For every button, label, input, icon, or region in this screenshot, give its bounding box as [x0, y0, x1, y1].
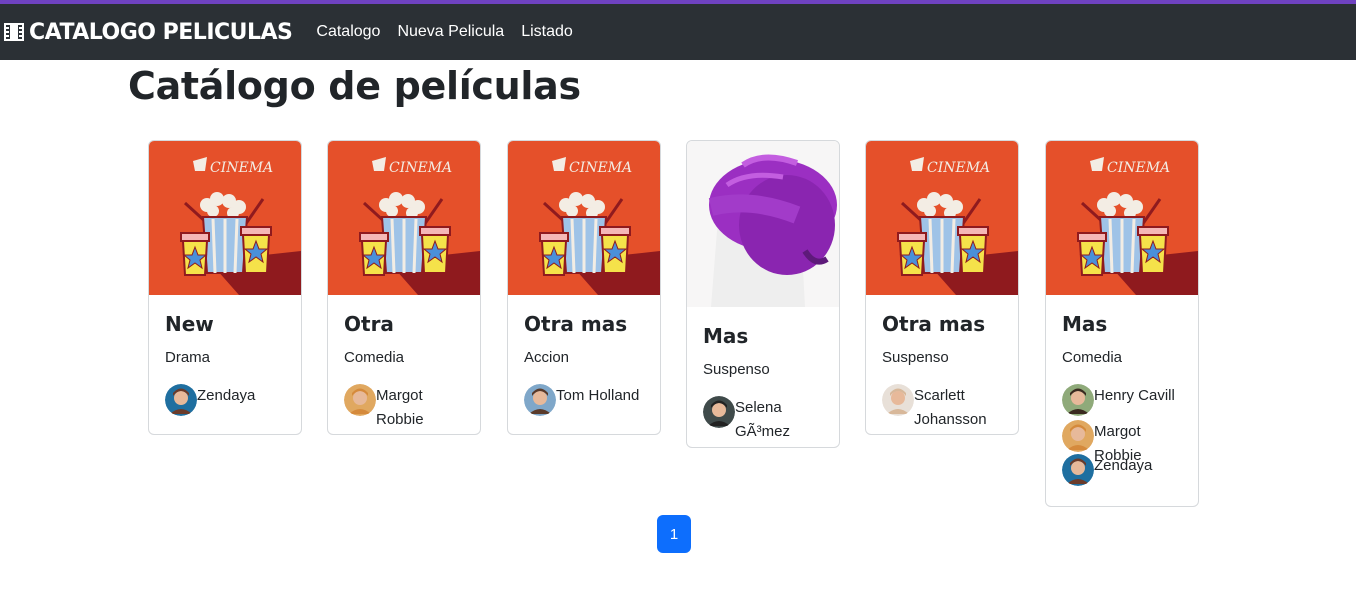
movie-card[interactable]: CINEMA Otra mas Suspenso Scarlett Johans… — [865, 140, 1019, 435]
actor-avatar — [1062, 384, 1094, 416]
svg-text:CINEMA: CINEMA — [1107, 160, 1170, 176]
movie-genre: Suspenso — [882, 349, 949, 366]
nav-link-catalogo[interactable]: Catalogo — [316, 23, 380, 41]
movie-card[interactable]: CINEMA Mas Comedia Henry Cavill Margot R… — [1045, 140, 1199, 507]
movie-title: Mas — [703, 324, 749, 348]
purple-bonnet-image — [687, 141, 839, 307]
actor-item: Zendaya — [1062, 454, 1182, 486]
movie-genre: Drama — [165, 349, 211, 366]
card-body: Otra Comedia Margot Robbie — [328, 295, 480, 432]
svg-text:CINEMA: CINEMA — [569, 160, 632, 176]
actor-item: Zendaya — [165, 384, 285, 416]
movie-card[interactable]: Mas Suspenso Selena GÃ³mez — [686, 140, 840, 448]
cinema-poster-image: CINEMA — [328, 141, 480, 295]
movie-title: Otra mas — [524, 312, 628, 336]
actor-name: Selena GÃ³mez — [735, 399, 791, 440]
movie-card[interactable]: CINEMA New Drama Zendaya — [148, 140, 302, 435]
navbar-brand[interactable]: CATALOGO PELICULAS — [4, 19, 293, 45]
movie-title: New — [165, 312, 214, 336]
actor-name: Zendaya — [197, 387, 256, 404]
actor-item: Henry Cavill — [1062, 384, 1182, 416]
svg-text:CINEMA: CINEMA — [210, 160, 273, 176]
actor-avatar — [1062, 420, 1094, 452]
actor-list: Tom Holland — [524, 384, 644, 416]
actor-list: Henry Cavill Margot Robbie Zendaya — [1062, 384, 1182, 486]
svg-text:CINEMA: CINEMA — [927, 160, 990, 176]
film-icon — [4, 23, 24, 41]
brand-text: CATALOGO PELICULAS — [29, 19, 293, 45]
actor-item: Margot Robbie — [344, 384, 464, 432]
movie-genre: Comedia — [344, 349, 405, 366]
actor-name: Scarlett Johansson — [914, 387, 987, 428]
nav-link-listado[interactable]: Listado — [521, 23, 573, 41]
actor-avatar — [524, 384, 556, 416]
nav-link-nueva-pelicula[interactable]: Nueva Pelicula — [397, 23, 504, 41]
actor-name: Henry Cavill — [1094, 387, 1175, 404]
card-body: Mas Comedia Henry Cavill Margot Robbie Z… — [1046, 295, 1198, 486]
page-title: Catálogo de películas — [128, 64, 581, 108]
movie-card[interactable]: CINEMA Otra Comedia Margot Robbie — [327, 140, 481, 435]
cinema-poster-image: CINEMA — [149, 141, 301, 295]
pagination-page-1[interactable]: 1 — [657, 515, 691, 553]
pagination-label: 1 — [669, 525, 679, 543]
cinema-poster-image: CINEMA — [508, 141, 660, 295]
card-body: Mas Suspenso Selena GÃ³mez — [687, 307, 839, 444]
movie-genre: Suspenso — [703, 361, 770, 378]
movie-card[interactable]: CINEMA Otra mas Accion Tom Holland — [507, 140, 661, 435]
movie-title: Otra — [344, 312, 394, 336]
actor-avatar — [1062, 454, 1094, 486]
actor-avatar — [882, 384, 914, 416]
actor-avatar — [165, 384, 197, 416]
actor-item: Tom Holland — [524, 384, 644, 416]
actor-item: Scarlett Johansson — [882, 384, 1002, 432]
movie-title: Mas — [1062, 312, 1108, 336]
navbar: CATALOGO PELICULAS Catalogo Nueva Pelicu… — [0, 4, 1356, 60]
actor-list: Scarlett Johansson — [882, 384, 1002, 432]
actor-name: Margot Robbie — [376, 387, 424, 428]
card-body: Otra mas Suspenso Scarlett Johansson — [866, 295, 1018, 432]
movie-title: Otra mas — [882, 312, 986, 336]
movie-genre: Comedia — [1062, 349, 1123, 366]
actor-list: Margot Robbie — [344, 384, 464, 432]
actor-name: Zendaya — [1094, 457, 1153, 474]
svg-text:CINEMA: CINEMA — [389, 160, 452, 176]
card-body: Otra mas Accion Tom Holland — [508, 295, 660, 416]
card-body: New Drama Zendaya — [149, 295, 301, 416]
actor-item: Selena GÃ³mez — [703, 396, 823, 444]
cinema-poster-image: CINEMA — [1046, 141, 1198, 295]
cinema-poster-image: CINEMA — [866, 141, 1018, 295]
actor-avatar — [703, 396, 735, 428]
actor-list: Selena GÃ³mez — [703, 396, 823, 444]
actor-list: Zendaya — [165, 384, 285, 416]
movie-genre: Accion — [524, 349, 570, 366]
actor-name: Tom Holland — [556, 387, 640, 404]
actor-avatar — [344, 384, 376, 416]
